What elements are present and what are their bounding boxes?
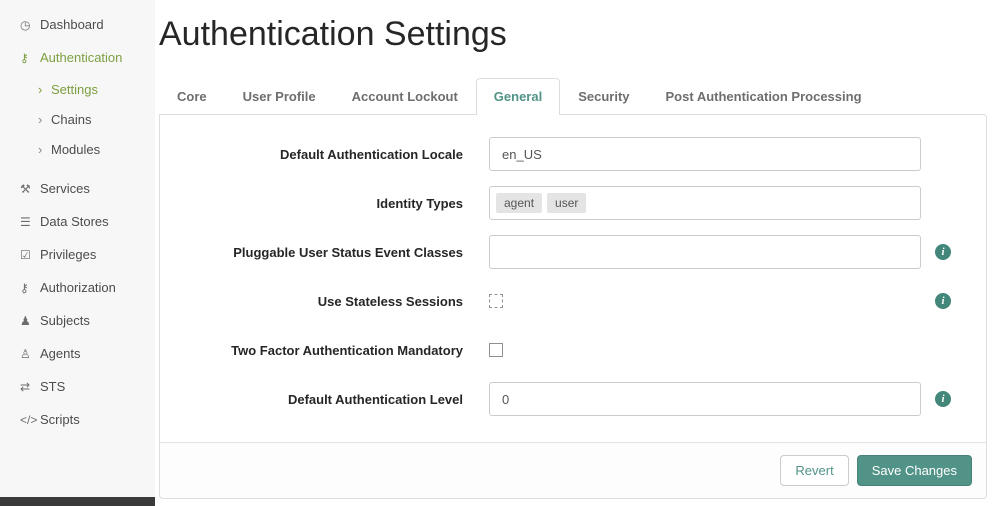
settings-panel: Default Authentication Locale Identity T… — [159, 114, 987, 499]
field-row: Default Authentication Locale — [160, 137, 986, 171]
save-changes-button[interactable]: Save Changes — [857, 455, 972, 486]
field-label: Pluggable User Status Event Classes — [160, 245, 463, 260]
tab-bar: Core User Profile Account Lockout Genera… — [159, 78, 987, 114]
field-row: Identity Types agent user — [160, 186, 986, 220]
tab-general[interactable]: General — [476, 78, 560, 115]
sidebar-footer-bar — [0, 497, 155, 506]
info-icon[interactable]: i — [935, 244, 951, 260]
sidebar-item-modules[interactable]: › Modules — [0, 134, 155, 164]
database-icon: ☰ — [20, 215, 40, 229]
sidebar-item-chains[interactable]: › Chains — [0, 104, 155, 134]
revert-button[interactable]: Revert — [780, 455, 848, 486]
default-authentication-level-input[interactable] — [489, 382, 921, 416]
sidebar-item-label: Authentication — [40, 50, 122, 65]
field-label: Identity Types — [160, 196, 463, 211]
field-row: Default Authentication Level i — [160, 382, 986, 416]
main-content: Authentication Settings Core User Profil… — [155, 0, 1003, 499]
info-icon[interactable]: i — [935, 293, 951, 309]
identity-types-input[interactable]: agent user — [489, 186, 921, 220]
default-authentication-locale-input[interactable] — [489, 137, 921, 171]
field-row: Use Stateless Sessions i — [160, 284, 986, 318]
sidebar-item-settings[interactable]: › Settings — [0, 74, 155, 104]
tab-security[interactable]: Security — [560, 78, 647, 115]
identity-type-tag[interactable]: agent — [496, 193, 542, 213]
sidebar-item-label: Agents — [40, 346, 80, 361]
sidebar: ◷ Dashboard ⚷ Authentication › Settings … — [0, 0, 155, 506]
user-icon: ♙ — [20, 347, 40, 361]
sidebar-item-subjects[interactable]: ♟ Subjects — [0, 304, 155, 337]
tab-user-profile[interactable]: User Profile — [225, 78, 334, 115]
identity-type-tag[interactable]: user — [547, 193, 586, 213]
check-square-icon: ☑ — [20, 248, 40, 262]
gauge-icon: ◷ — [20, 18, 40, 32]
field-label: Use Stateless Sessions — [160, 294, 463, 309]
sidebar-item-label: Modules — [51, 142, 100, 157]
sidebar-item-label: Authorization — [40, 280, 116, 295]
tab-account-lockout[interactable]: Account Lockout — [334, 78, 476, 115]
sidebar-item-label: Dashboard — [40, 17, 104, 32]
key-icon: ⚷ — [20, 281, 40, 295]
sidebar-item-label: Subjects — [40, 313, 90, 328]
chevron-right-icon: › — [38, 112, 51, 127]
code-icon: </> — [20, 413, 40, 427]
sidebar-item-label: STS — [40, 379, 65, 394]
pluggable-user-status-event-classes-input[interactable] — [489, 235, 921, 269]
field-row: Pluggable User Status Event Classes i — [160, 235, 986, 269]
sidebar-item-label: Privileges — [40, 247, 96, 262]
field-row: Two Factor Authentication Mandatory — [160, 333, 986, 367]
users-icon: ♟ — [20, 314, 40, 328]
sidebar-item-label: Services — [40, 181, 90, 196]
chevron-right-icon: › — [38, 142, 51, 157]
sidebar-item-label: Scripts — [40, 412, 80, 427]
wrench-icon: ⚒ — [20, 182, 40, 196]
two-factor-authentication-mandatory-checkbox[interactable] — [489, 343, 503, 357]
sidebar-item-authorization[interactable]: ⚷ Authorization — [0, 271, 155, 304]
sidebar-item-privileges[interactable]: ☑ Privileges — [0, 238, 155, 271]
form-footer: Revert Save Changes — [160, 442, 986, 498]
sidebar-item-label: Data Stores — [40, 214, 109, 229]
field-label: Two Factor Authentication Mandatory — [160, 343, 463, 358]
tab-post-authentication-processing[interactable]: Post Authentication Processing — [648, 78, 880, 115]
sidebar-item-dashboard[interactable]: ◷ Dashboard — [0, 8, 155, 41]
sidebar-item-agents[interactable]: ♙ Agents — [0, 337, 155, 370]
settings-form: Default Authentication Locale Identity T… — [160, 115, 986, 442]
sidebar-item-sts[interactable]: ⇄ STS — [0, 370, 155, 403]
tab-core[interactable]: Core — [159, 78, 225, 115]
key-icon: ⚷ — [20, 51, 40, 65]
chevron-right-icon: › — [38, 82, 51, 97]
field-label: Default Authentication Locale — [160, 147, 463, 162]
info-icon[interactable]: i — [935, 391, 951, 407]
exchange-icon: ⇄ — [20, 380, 40, 394]
sidebar-item-authentication[interactable]: ⚷ Authentication — [0, 41, 155, 74]
sidebar-item-label: Chains — [51, 112, 91, 127]
use-stateless-sessions-checkbox[interactable] — [489, 294, 503, 308]
sidebar-item-services[interactable]: ⚒ Services — [0, 172, 155, 205]
page-title: Authentication Settings — [159, 12, 987, 56]
sidebar-item-label: Settings — [51, 82, 98, 97]
sidebar-item-data-stores[interactable]: ☰ Data Stores — [0, 205, 155, 238]
sidebar-item-scripts[interactable]: </> Scripts — [0, 403, 155, 436]
field-label: Default Authentication Level — [160, 392, 463, 407]
